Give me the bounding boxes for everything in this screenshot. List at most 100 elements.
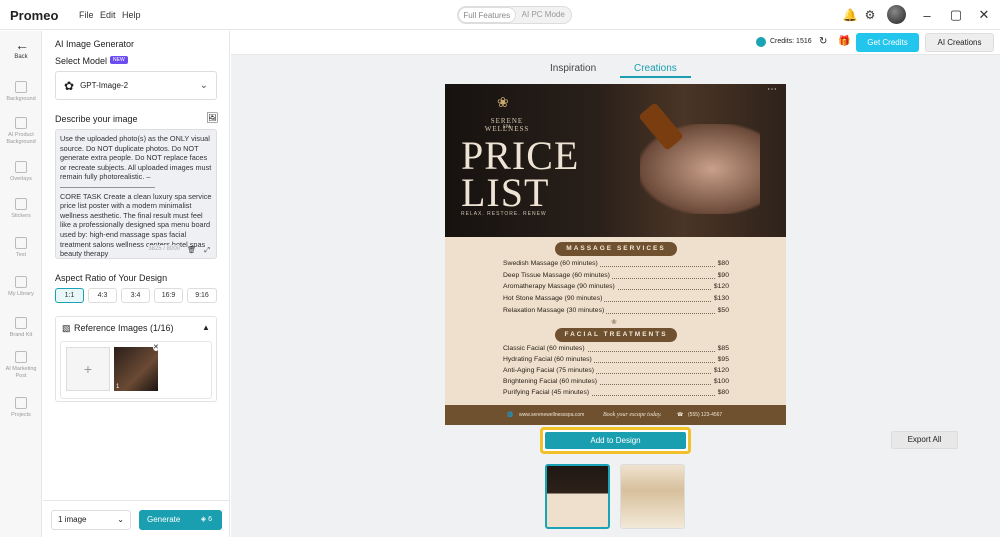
ratio-9-16[interactable]: 9:16 — [187, 288, 217, 303]
facial-header: FACIAL TREATMENTS — [555, 328, 677, 342]
chevron-down-icon: ⌄ — [117, 515, 124, 524]
mode-full-features[interactable]: Full Features — [458, 7, 516, 23]
price-row: Relaxation Massage (30 minutes) $50 — [503, 307, 729, 314]
price-row: Anti-Aging Facial (75 minutes) $120 — [503, 367, 729, 374]
chevron-down-icon: ⌄ — [199, 80, 208, 91]
menu-edit[interactable]: Edit — [100, 10, 116, 20]
projects-icon — [15, 397, 27, 409]
title-bar: Promeo File Edit Help Full Features AI P… — [0, 0, 1000, 30]
select-model-label: Select Model — [55, 56, 108, 66]
char-count: 3825 / 8000 — [148, 245, 180, 255]
poster-tagline: RELAX. RESTORE. RENEW — [461, 211, 547, 217]
model-select[interactable]: ✿ GPT-Image-2 ⌄ — [55, 71, 217, 100]
ratio-16-9[interactable]: 16:9 — [154, 288, 183, 303]
maximize-icon[interactable]: ▢ — [947, 6, 965, 24]
mode-toggle[interactable]: Full Features AI PC Mode — [457, 6, 572, 24]
mode-ai-pc[interactable]: AI PC Mode — [516, 7, 572, 23]
tab-inspiration[interactable]: Inspiration — [550, 63, 596, 74]
gear-icon[interactable]: ⚙ — [863, 8, 877, 22]
add-to-design-button[interactable]: Add to Design — [545, 432, 686, 449]
prompt-textarea[interactable]: Use the uploaded photo(s) as the ONLY vi… — [55, 129, 217, 259]
lotus-divider-icon: ❀ — [611, 319, 617, 326]
rail-text[interactable]: Text — [0, 237, 42, 259]
minimize-icon[interactable]: – — [918, 6, 936, 24]
rail-stickers[interactable]: Stickers — [0, 198, 42, 220]
reference-list: + 1 ✕ — [60, 341, 212, 399]
ratio-3-4[interactable]: 3:4 — [121, 288, 150, 303]
tab-creations[interactable]: Creations — [620, 63, 691, 78]
menu-file[interactable]: File — [79, 10, 94, 20]
rail-overlays[interactable]: Overlays — [0, 161, 42, 183]
overlays-icon — [15, 161, 27, 173]
reference-images-box: ▧ Reference Images (1/16) ▲ + 1 ✕ — [55, 316, 217, 402]
panel-title: AI Image Generator — [55, 39, 135, 49]
result-thumbnail-1[interactable] — [545, 464, 610, 529]
export-all-button[interactable]: Export All — [891, 431, 958, 449]
poster-brand-sub: SPA — [502, 125, 512, 130]
rail-projects[interactable]: Projects — [0, 397, 42, 419]
get-credits-button[interactable]: Get Credits — [856, 33, 919, 52]
price-row: Swedish Massage (60 minutes) $80 — [503, 260, 729, 267]
price-row: Hydrating Facial (60 minutes) $95 — [503, 356, 729, 363]
ai-creations-button[interactable]: AI Creations — [925, 33, 994, 52]
app-name: Promeo — [10, 8, 59, 23]
generated-poster[interactable]: ❀ SERENE WELLNESS SPA PRICE LIST RELAX. … — [445, 84, 786, 425]
generate-button[interactable]: Generate ◈ 6 — [139, 510, 222, 530]
generate-bar: 1 image ⌄ Generate ◈ 6 — [43, 500, 230, 537]
footer-phone: (555) 123-4567 — [688, 412, 723, 418]
poster-footer: 🌐 www.serenewellnessspa.com Book your es… — [445, 405, 786, 425]
more-options-icon[interactable]: ⋯ — [767, 84, 777, 95]
image-upload-icon[interactable]: 🖼 — [206, 113, 219, 124]
footer-website: www.serenewellnessspa.com — [519, 412, 585, 418]
expand-icon[interactable]: ⤢ — [204, 246, 210, 256]
brand-kit-icon — [15, 317, 27, 329]
library-icon — [15, 276, 27, 288]
refresh-icon[interactable]: ↻ — [819, 36, 827, 47]
price-row: Hot Stone Massage (90 minutes) $130 — [503, 295, 729, 302]
menu-help[interactable]: Help — [122, 10, 141, 20]
main-area: Credits: 1516 ↻ 🎁 Get Credits AI Creatio… — [231, 31, 1000, 537]
price-row: Deep Tissue Massage (60 minutes) $90 — [503, 272, 729, 279]
price-row: Aromatherapy Massage (90 minutes) $120 — [503, 283, 729, 290]
gift-icon[interactable]: 🎁 — [838, 36, 850, 47]
ratio-1-1[interactable]: 1:1 — [55, 288, 84, 303]
web-icon: 🌐 — [507, 412, 514, 418]
rail-ai-product-background[interactable]: AI Product Background — [0, 117, 42, 146]
poster-title-line2: LIST — [461, 170, 550, 215]
bell-icon[interactable]: 🔔 — [843, 8, 858, 22]
aspect-label: Aspect Ratio of Your Design — [55, 273, 168, 283]
tool-rail: ← Back Background AI Product Background O… — [0, 31, 42, 537]
result-thumbnail-2[interactable] — [620, 464, 685, 529]
model-value: GPT-Image-2 — [80, 81, 129, 90]
poster-header-photo: ❀ SERENE WELLNESS SPA PRICE LIST RELAX. … — [445, 84, 786, 237]
arrow-left-icon: ← — [15, 37, 29, 53]
collapse-icon[interactable]: ▲ — [202, 323, 210, 332]
trash-icon[interactable]: 🗑 — [187, 246, 196, 256]
close-icon[interactable]: ✕ — [975, 6, 993, 24]
credit-cost: ◈ 6 — [200, 516, 212, 523]
rail-brand-kit[interactable]: Brand Kit — [0, 317, 42, 339]
reference-index: 1 — [116, 384, 120, 390]
avatar[interactable] — [887, 5, 906, 24]
rail-ai-marketing-post[interactable]: AI Marketing Post — [0, 351, 42, 380]
add-reference-button[interactable]: + — [66, 347, 110, 391]
describe-label: Describe your image — [55, 114, 138, 124]
remove-reference-icon[interactable]: ✕ — [153, 343, 159, 351]
image-count-select[interactable]: 1 image ⌄ — [51, 510, 131, 530]
text-icon — [15, 237, 27, 249]
back-button[interactable]: ← Back — [0, 37, 42, 61]
rail-background[interactable]: Background — [0, 81, 42, 103]
credits-icon — [756, 37, 766, 47]
top-strip: Credits: 1516 ↻ 🎁 Get Credits AI Creatio… — [231, 31, 1000, 55]
generator-panel: AI Image Generator Select Model NEW ✿ GP… — [43, 31, 230, 537]
add-to-design-highlight: Add to Design — [540, 427, 691, 454]
new-badge: NEW — [110, 56, 128, 64]
price-row: Brightening Facial (60 minutes) $100 — [503, 378, 729, 385]
reference-thumbnail[interactable]: 1 — [114, 347, 158, 391]
massage-header: MASSAGE SERVICES — [555, 242, 677, 256]
reference-label: Reference Images (1/16) — [74, 323, 174, 333]
ratio-4-3[interactable]: 4:3 — [88, 288, 117, 303]
price-row: Classic Facial (60 minutes) $85 — [503, 345, 729, 352]
openai-icon: ✿ — [64, 78, 75, 93]
rail-my-library[interactable]: My Library — [0, 276, 42, 298]
